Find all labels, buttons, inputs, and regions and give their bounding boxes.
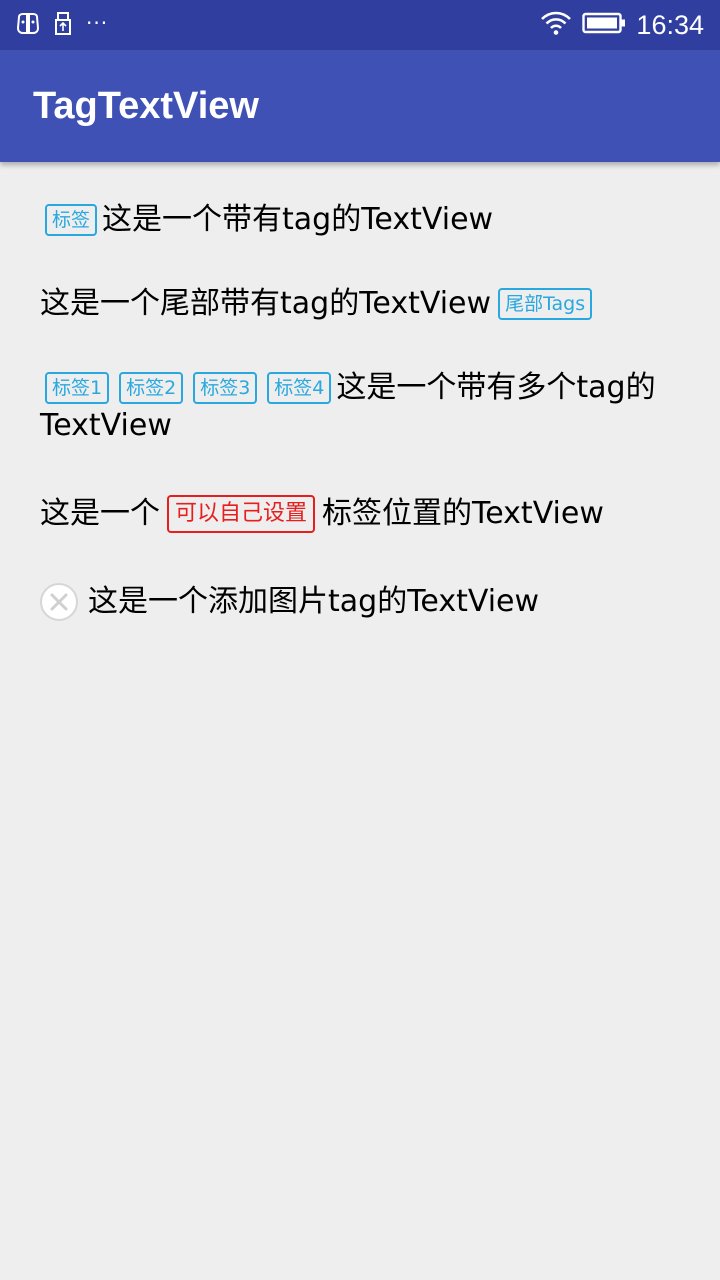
content-list: 标签 这是一个带有tag的TextView 这是一个尾部带有tag的TextVi… — [40, 200, 680, 622]
tag-label-1: 标签1 — [45, 372, 110, 404]
close-circle-icon — [40, 583, 78, 621]
more-dots-icon: ··· — [86, 11, 109, 35]
textview-image-tag: 这是一个添加图片tag的TextView — [40, 582, 680, 622]
app-bar: TagTextView — [0, 50, 720, 162]
textview-text-line1: 这是一个带有多个tag的 — [336, 370, 656, 405]
tag-label-3: 标签3 — [193, 372, 258, 404]
face-icon — [16, 13, 40, 39]
textview-text: 这是一个尾部带有tag的TextView — [40, 286, 492, 321]
usb-icon — [54, 12, 72, 40]
status-left-icons: ··· — [16, 12, 108, 40]
app-title: TagTextView — [33, 85, 259, 127]
status-time: 16:34 — [636, 10, 704, 40]
status-bar: ··· 16:34 — [0, 0, 720, 50]
wifi-icon — [540, 10, 572, 40]
tag-label-red: 可以自己设置 — [167, 495, 316, 533]
textview-custom-tag-position: 这是一个 可以自己设置 标签位置的TextView — [40, 494, 680, 534]
tag-label: 标签 — [45, 204, 98, 236]
textview-text: 这是一个添加图片tag的TextView — [88, 584, 540, 619]
tag-label-4: 标签4 — [267, 372, 332, 404]
textview-text-line2: TextView — [40, 408, 172, 443]
tag-label: 尾部Tags — [498, 288, 593, 320]
textview-leading-tag: 标签 这是一个带有tag的TextView — [45, 200, 680, 240]
status-right-icons: 16:34 — [540, 10, 704, 40]
textview-text: 这是一个带有tag的TextView — [102, 202, 494, 237]
textview-text-after: 标签位置的TextView — [322, 496, 604, 531]
textview-trailing-tag: 这是一个尾部带有tag的TextView 尾部Tags — [40, 284, 680, 324]
textview-text-before: 这是一个 — [40, 496, 160, 531]
battery-icon — [582, 11, 626, 39]
textview-multiple-tags: 标签1 标签2 标签3 标签4 这是一个带有多个tag的 TextView — [40, 368, 680, 444]
tag-label-2: 标签2 — [119, 372, 184, 404]
